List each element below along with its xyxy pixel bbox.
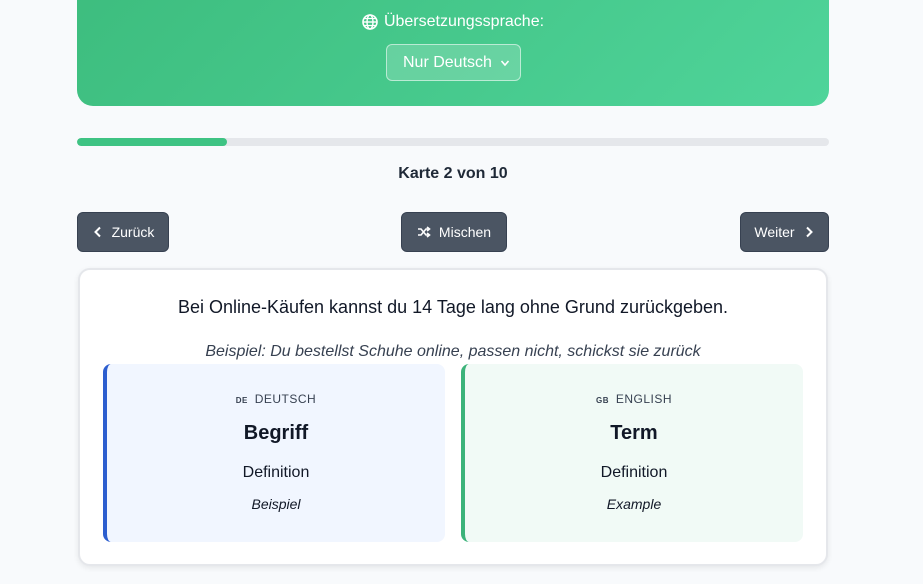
progress-fill <box>77 138 228 146</box>
language-select[interactable]: Nur Deutsch <box>386 44 521 81</box>
english-definition: Definition <box>600 464 668 481</box>
german-definition: Definition <box>242 464 310 481</box>
english-panel-language: ENGLISH <box>615 392 673 406</box>
german-example: Beispiel <box>251 496 301 512</box>
english-panel-header: GB ENGLISH <box>465 392 803 406</box>
card-sentence: Bei Online-Käufen kannst du 14 Tage lang… <box>177 297 729 317</box>
german-term: Begriff <box>243 422 309 444</box>
prev-button-label: Zurück <box>111 224 155 240</box>
card-counter: Karte 2 von 10 <box>398 165 508 182</box>
de-flag-icon: DE <box>235 396 248 405</box>
next-button[interactable]: Weiter <box>740 212 829 252</box>
english-term: Term <box>610 422 658 444</box>
chevron-left-icon <box>93 226 101 238</box>
english-panel: GB ENGLISH Term Definition Example <box>461 364 803 542</box>
language-panel: Übersetzungssprache: Nur Deutsch <box>77 0 829 106</box>
next-button-label: Weiter <box>754 224 795 240</box>
progress-bar <box>77 138 829 146</box>
flashcard[interactable]: Bei Online-Käufen kannst du 14 Tage lang… <box>78 268 828 566</box>
card-example: Beispiel: Du bestellst Schuhe online, pa… <box>205 343 701 360</box>
shuffle-icon <box>417 226 431 238</box>
globe-icon <box>362 14 378 30</box>
prev-button[interactable]: Zurück <box>77 212 169 252</box>
language-label-row: Übersetzungssprache: <box>77 13 829 31</box>
language-label: Übersetzungssprache: <box>383 13 545 30</box>
chevron-right-icon <box>805 226 813 238</box>
english-example: Example <box>606 496 662 512</box>
gb-flag-icon: GB <box>595 396 609 405</box>
german-panel: DE DEUTSCH Begriff Definition Beispiel <box>103 364 445 542</box>
shuffle-button-label: Mischen <box>438 224 492 240</box>
chevron-down-icon <box>500 59 510 66</box>
shuffle-button[interactable]: Mischen <box>401 212 507 252</box>
german-panel-language: DEUTSCH <box>254 392 317 406</box>
german-panel-header: DE DEUTSCH <box>107 392 445 406</box>
language-select-value: Nur Deutsch <box>403 53 492 71</box>
